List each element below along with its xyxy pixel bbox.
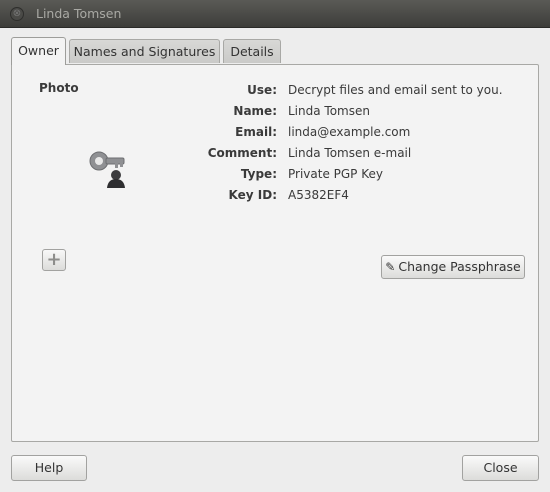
info-row-use: Use: Decrypt files and email sent to you… xyxy=(0,83,550,103)
type-value: Private PGP Key xyxy=(288,167,383,181)
info-row-key-id: Key ID: A5382EF4 xyxy=(0,188,550,208)
info-row-name: Name: Linda Tomsen xyxy=(0,104,550,124)
name-value: Linda Tomsen xyxy=(288,104,370,118)
window-title: Linda Tomsen xyxy=(36,6,122,21)
email-label: Email: xyxy=(235,125,277,139)
info-row-type: Type: Private PGP Key xyxy=(0,167,550,187)
add-photo-button[interactable]: + xyxy=(42,249,66,271)
comment-value: Linda Tomsen e-mail xyxy=(288,146,412,160)
email-value: linda@example.com xyxy=(288,125,411,139)
info-row-comment: Comment: Linda Tomsen e-mail xyxy=(0,146,550,166)
name-label: Name: xyxy=(233,104,277,118)
tab-names-and-signatures[interactable]: Names and Signatures xyxy=(69,39,220,63)
window-close-icon[interactable]: ⊗ xyxy=(10,7,24,21)
change-passphrase-button[interactable]: ✎ Change Passphrase xyxy=(381,255,525,279)
help-button[interactable]: Help xyxy=(11,455,87,481)
key-id-value: A5382EF4 xyxy=(288,188,349,202)
info-row-email: Email: linda@example.com xyxy=(0,125,550,145)
close-button[interactable]: Close xyxy=(462,455,539,481)
comment-label: Comment: xyxy=(207,146,277,160)
type-label: Type: xyxy=(240,167,277,181)
tab-details[interactable]: Details xyxy=(223,39,281,63)
pencil-icon: ✎ xyxy=(385,260,396,274)
use-label: Use: xyxy=(247,83,277,97)
tab-owner[interactable]: Owner xyxy=(11,37,66,65)
key-id-label: Key ID: xyxy=(228,188,277,202)
change-passphrase-label: Change Passphrase xyxy=(398,259,521,274)
title-bar: ⊗ Linda Tomsen xyxy=(0,0,550,28)
use-value: Decrypt files and email sent to you. xyxy=(288,83,503,97)
